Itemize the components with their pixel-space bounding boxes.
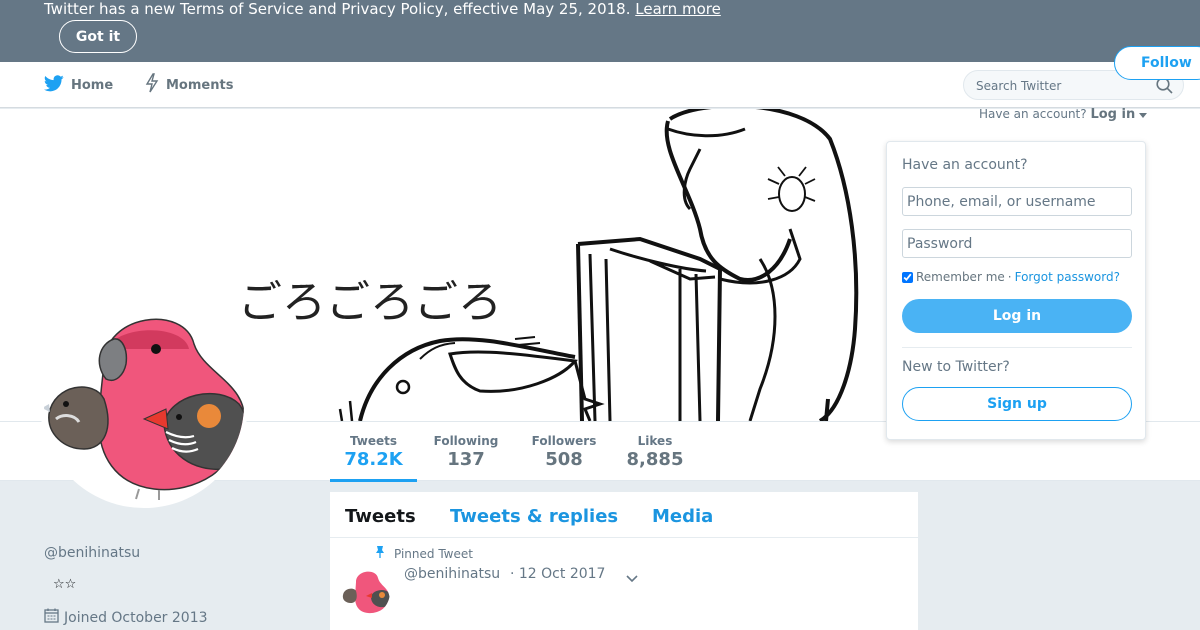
login-dropdown: Have an account? Remember me · Forgot pa… (886, 141, 1146, 440)
nav-moments-label: Moments (166, 77, 234, 93)
pin-icon (375, 546, 385, 561)
remember-row: Remember me · Forgot password? (902, 270, 1120, 284)
stat-likes[interactable]: Likes 8,885 (622, 422, 688, 482)
divider (902, 347, 1132, 348)
profile-joined: Joined October 2013 (44, 608, 208, 627)
nav-home-label: Home (71, 77, 114, 93)
stat-label: Tweets (349, 434, 398, 448)
forgot-password-link[interactable]: Forgot password? (1015, 270, 1120, 284)
account-prompt: Have an account? Log in (979, 107, 1148, 122)
stat-value: 137 (447, 449, 485, 470)
search-icon[interactable] (1156, 77, 1173, 98)
chevron-down-icon[interactable] (626, 568, 638, 587)
new-to-twitter-text: New to Twitter? (902, 359, 1010, 375)
header-art-text: ごろごろごろ (238, 277, 502, 328)
stat-followers[interactable]: Followers 508 (524, 422, 604, 482)
learn-more-link[interactable]: Learn more (635, 0, 721, 18)
calendar-icon (44, 608, 59, 627)
stat-following[interactable]: Following 137 (426, 422, 506, 482)
stat-label: Following (433, 434, 499, 448)
username-field[interactable] (902, 187, 1132, 216)
tweet-author-handle[interactable]: @benihinatsu (404, 566, 500, 582)
login-panel-title: Have an account? (902, 157, 1028, 173)
stat-label: Likes (637, 434, 673, 448)
tweet-date[interactable]: · 12 Oct 2017 (510, 566, 605, 582)
account-prompt-text: Have an account? (979, 107, 1087, 121)
follow-button[interactable]: Follow (1114, 46, 1200, 80)
remember-me-label[interactable]: Remember me (916, 270, 1005, 284)
login-button[interactable]: Log in (902, 299, 1132, 333)
tab-tweets[interactable]: Tweets (345, 506, 416, 527)
search-input[interactable] (976, 77, 1146, 95)
password-field[interactable] (902, 229, 1132, 258)
nav-home[interactable]: Home (43, 62, 114, 108)
tab-tweets-replies[interactable]: Tweets & replies (450, 506, 618, 527)
caret-down-icon[interactable] (1139, 107, 1148, 121)
timeline-tabs: Tweets Tweets & replies Media (330, 492, 918, 538)
policy-banner-message: Twitter has a new Terms of Service and P… (44, 0, 631, 18)
profile-handle[interactable]: @benihinatsu (44, 545, 140, 561)
pinned-label: Pinned Tweet (394, 546, 473, 561)
signup-button[interactable]: Sign up (902, 387, 1132, 421)
top-navigation: Home Moments (0, 62, 1200, 108)
separator-dot: · (1007, 270, 1012, 284)
stat-tweets[interactable]: Tweets 78.2K (330, 422, 417, 482)
profile-joined-text: Joined October 2013 (64, 609, 208, 626)
avatar-illustration (44, 304, 244, 504)
lightning-icon (145, 73, 159, 97)
timeline: Tweets Tweets & replies Media Pinned Twe… (330, 492, 918, 630)
stat-value: 78.2K (344, 449, 403, 470)
profile-bio: ☆☆ (53, 577, 77, 592)
twitter-bird-icon (43, 74, 64, 96)
pinned-indicator: Pinned Tweet (375, 546, 473, 561)
avatar[interactable] (40, 300, 248, 508)
stat-value: 8,885 (626, 449, 684, 470)
stat-label: Followers (531, 434, 597, 448)
tab-media[interactable]: Media (652, 506, 713, 527)
remember-me-checkbox[interactable] (902, 271, 913, 283)
nav-moments[interactable]: Moments (145, 62, 233, 108)
got-it-button[interactable]: Got it (59, 20, 137, 53)
tweet-avatar[interactable] (342, 568, 390, 616)
stat-value: 508 (545, 449, 583, 470)
login-dropdown-toggle[interactable]: Log in (1090, 107, 1135, 122)
policy-banner-text: Twitter has a new Terms of Service and P… (44, 0, 721, 18)
policy-banner: Twitter has a new Terms of Service and P… (0, 0, 1200, 62)
